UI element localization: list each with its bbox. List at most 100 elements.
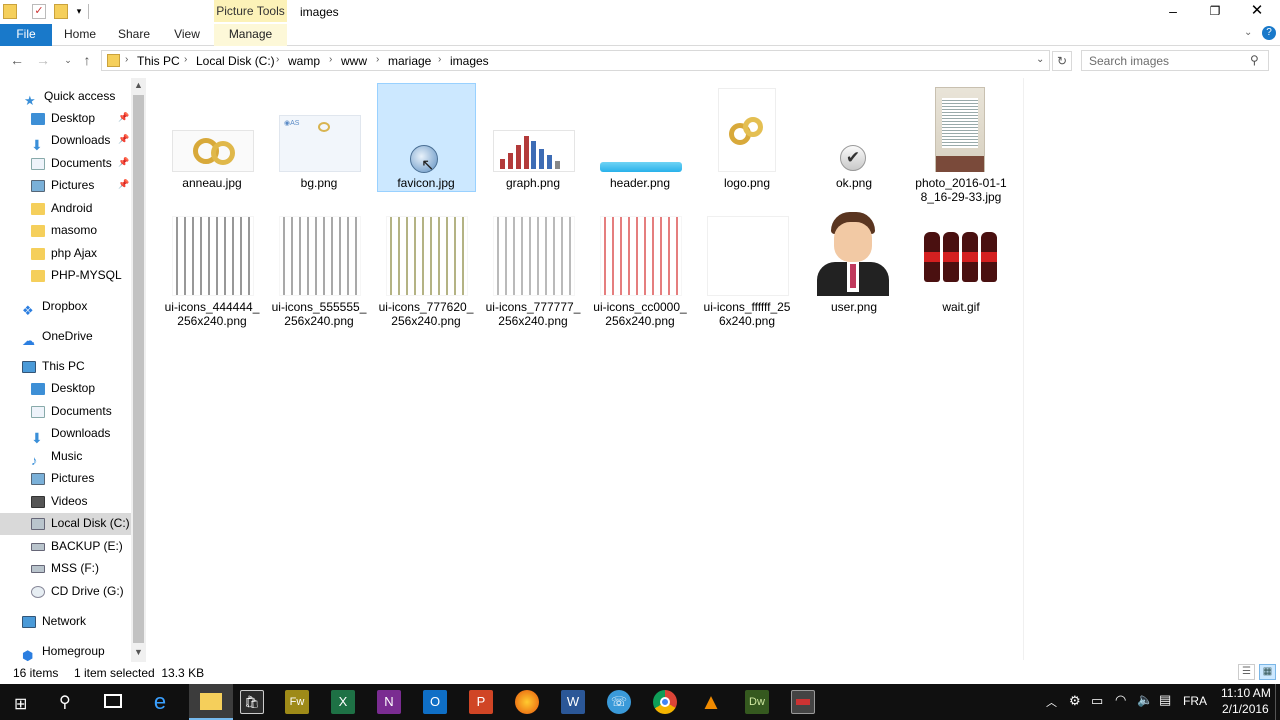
onenote-icon[interactable]: N: [377, 690, 401, 714]
new-folder-icon[interactable]: [54, 4, 68, 19]
tab-share[interactable]: Share: [112, 24, 156, 46]
help-icon[interactable]: ?: [1262, 26, 1276, 40]
wifi-icon[interactable]: ◠: [1115, 692, 1126, 708]
address-bar[interactable]: › This PC › Local Disk (C:) › wamp › www…: [101, 50, 1050, 71]
app-icon[interactable]: [791, 690, 815, 714]
crumb-www[interactable]: www: [341, 54, 367, 68]
task-view-icon[interactable]: [104, 694, 122, 708]
expand-ribbon-icon[interactable]: ⌄: [1244, 27, 1252, 38]
nav-pc-cd-drive[interactable]: CD Drive (G:): [31, 581, 124, 603]
scroll-down-icon[interactable]: ▼: [134, 647, 143, 657]
tab-file[interactable]: File: [0, 24, 52, 46]
crumb-local-disk[interactable]: Local Disk (C:): [196, 54, 275, 68]
nav-pc-desktop[interactable]: Desktop: [31, 378, 95, 400]
nav-pc-local-disk[interactable]: Local Disk (C:): [31, 513, 130, 535]
forward-icon[interactable]: →: [33, 52, 53, 68]
nav-pc-videos[interactable]: Videos: [31, 491, 87, 513]
scroll-up-icon[interactable]: ▲: [134, 80, 143, 90]
tray-app-icon[interactable]: ⚙: [1069, 693, 1081, 709]
clock-time[interactable]: 11:10 AM: [1221, 686, 1271, 700]
thumbnail: [600, 162, 682, 172]
tab-view[interactable]: View: [166, 24, 208, 46]
tab-home[interactable]: Home: [58, 24, 102, 46]
address-dropdown-icon[interactable]: ⌄: [1036, 54, 1044, 65]
details-view-icon[interactable]: ☰: [1238, 664, 1255, 680]
nav-qa-masomo[interactable]: masomo: [31, 220, 97, 242]
nav-pc-downloads[interactable]: ⬇ Downloads: [31, 423, 110, 446]
nav-this-pc[interactable]: This PC: [22, 356, 85, 378]
pin-icon[interactable]: 📌: [118, 134, 129, 145]
battery-icon[interactable]: ▭: [1091, 693, 1103, 709]
ring-icon: [743, 117, 763, 137]
nav-label: Homegroup: [42, 644, 105, 658]
nav-onedrive[interactable]: ☁ OneDrive: [22, 326, 93, 348]
thumbnail: [935, 87, 985, 172]
thumbnail: [920, 220, 1002, 296]
nav-quick-access[interactable]: ★ Quick access: [24, 86, 115, 108]
nav-pc-documents[interactable]: Documents: [31, 401, 112, 423]
skype-icon[interactable]: ☏: [607, 690, 631, 714]
tab-manage[interactable]: Manage: [214, 24, 287, 46]
thumbnail: [493, 216, 575, 296]
nav-pc-mss[interactable]: MSS (F:): [31, 558, 99, 580]
nav-qa-php-mysql[interactable]: PHP-MYSQL: [31, 265, 122, 287]
customize-qat-icon[interactable]: ▾: [72, 4, 86, 19]
nav-qa-php-ajax[interactable]: php Ajax: [31, 243, 97, 265]
firefox-icon[interactable]: [515, 690, 539, 714]
vlc-icon[interactable]: ▲: [699, 690, 723, 714]
search-input[interactable]: Search images: [1081, 50, 1269, 71]
clock-date[interactable]: 2/1/2016: [1222, 702, 1269, 716]
pin-icon[interactable]: 📌: [118, 157, 129, 168]
nav-pc-backup[interactable]: BACKUP (E:): [31, 536, 123, 558]
tray-chevron-icon[interactable]: ︿: [1046, 694, 1057, 710]
nav-dropbox[interactable]: ❖ Dropbox: [22, 296, 87, 318]
file-name-line: ui-icons_cc0000_: [593, 300, 687, 314]
edge-icon[interactable]: e: [148, 690, 172, 714]
chrome-icon[interactable]: [653, 690, 677, 714]
word-icon[interactable]: W: [561, 690, 585, 714]
minimize-icon[interactable]: –: [1150, 0, 1196, 24]
language-indicator[interactable]: FRA: [1183, 694, 1207, 708]
show-desktop-button[interactable]: [1275, 684, 1280, 720]
up-icon[interactable]: ↑: [77, 52, 97, 68]
explorer-taskbar-active[interactable]: [189, 684, 233, 720]
nav-network[interactable]: Network: [22, 611, 86, 633]
crumb-mariage[interactable]: mariage: [388, 54, 431, 68]
nav-qa-desktop[interactable]: Desktop: [31, 108, 95, 130]
outlook-icon[interactable]: O: [423, 690, 447, 714]
nav-homegroup[interactable]: ⬢ Homegroup: [22, 641, 105, 663]
folder-icon: [31, 202, 45, 215]
dreamweaver-icon[interactable]: Dw: [745, 690, 769, 714]
pictures-icon: [31, 472, 45, 485]
store-icon[interactable]: 🛍: [240, 690, 264, 714]
nav-scrollbar[interactable]: ▲ ▼: [131, 78, 146, 662]
properties-icon[interactable]: ✓: [32, 4, 46, 19]
pin-icon[interactable]: 📌: [118, 179, 129, 190]
refresh-icon[interactable]: ↻: [1052, 51, 1072, 71]
recent-locations-icon[interactable]: ⌄: [58, 55, 78, 66]
search-icon[interactable]: ⚲: [59, 692, 71, 712]
scroll-thumb[interactable]: [133, 95, 144, 643]
back-icon[interactable]: ←: [7, 52, 27, 68]
volume-icon[interactable]: 🔈: [1137, 692, 1153, 708]
nav-qa-downloads[interactable]: ⬇ Downloads: [31, 130, 110, 153]
powerpoint-icon[interactable]: P: [469, 690, 493, 714]
nav-qa-android[interactable]: Android: [31, 198, 92, 220]
notification-icon[interactable]: ▤: [1159, 692, 1171, 708]
crumb-images[interactable]: images: [450, 54, 489, 68]
pin-icon[interactable]: 📌: [118, 112, 129, 123]
crumb-this-pc[interactable]: This PC: [137, 54, 180, 68]
crumb-wamp[interactable]: wamp: [288, 54, 320, 68]
nav-qa-pictures[interactable]: Pictures: [31, 175, 94, 197]
large-icons-view-icon[interactable]: ▦: [1259, 664, 1276, 680]
close-icon[interactable]: ✕: [1234, 0, 1280, 24]
nav-pc-music[interactable]: ♪ Music: [31, 446, 82, 468]
excel-icon[interactable]: X: [331, 690, 355, 714]
windows-start-icon[interactable]: ⊞: [14, 694, 27, 714]
nav-pc-pictures[interactable]: Pictures: [31, 468, 94, 490]
chevron-right-icon: ›: [276, 54, 280, 65]
nav-qa-documents[interactable]: Documents: [31, 153, 112, 175]
restore-icon[interactable]: ❐: [1192, 0, 1238, 24]
nav-label: Quick access: [44, 89, 116, 103]
fireworks-icon[interactable]: Fw: [285, 690, 309, 714]
